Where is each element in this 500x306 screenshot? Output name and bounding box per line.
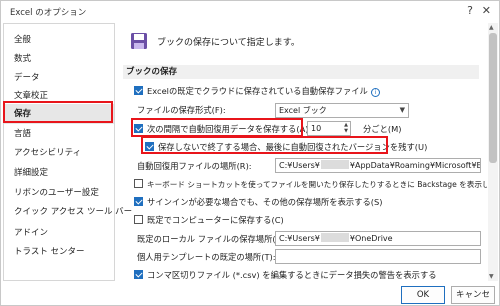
template-location-input[interactable] — [275, 249, 481, 264]
sidebar-item-customize-ribbon[interactable]: リボンのユーザー設定 — [4, 183, 114, 203]
save-local-label: 既定でコンピューターに保存する(C) — [147, 215, 284, 225]
sidebar-item-data[interactable]: データ — [4, 68, 114, 88]
highlight-save-nav — [3, 101, 113, 123]
content-scrollbar[interactable]: ▲ ▼ — [488, 23, 498, 281]
autorecover-unit: 分ごと(M) — [363, 124, 402, 134]
cancel-button[interactable]: キャンセル — [451, 286, 495, 304]
local-location-input[interactable]: C:¥Users¥ ¥OneDrive — [275, 231, 481, 246]
checkbox-icon[interactable] — [134, 270, 143, 279]
ok-button[interactable]: OK — [401, 286, 445, 304]
checkbox-icon[interactable] — [134, 179, 143, 188]
autorecover-path-suffix: ¥AppData¥Roaming¥Microsoft¥E — [349, 161, 481, 170]
autorecover-minutes-value: 10 — [311, 124, 322, 133]
sidebar-item-advanced[interactable]: 詳細設定 — [4, 163, 114, 183]
checkbox-icon[interactable] — [134, 86, 143, 95]
save-format-label: ファイルの保存形式(F): — [137, 105, 226, 115]
sidebar-item-formulas[interactable]: 数式 — [4, 49, 114, 69]
csv-warning-option[interactable]: コンマ区切りファイル (*.csv) を編集するときにデータ損失の警告を表示する — [134, 268, 437, 281]
section-workbook-save: ブックの保存 — [123, 65, 479, 79]
page-header: ブックの保存について指定します。 — [157, 38, 300, 48]
redacted-username — [320, 233, 349, 242]
close-icon[interactable]: ✕ — [482, 4, 491, 17]
cloud-autosave-label: Excelの既定でクラウドに保存されている自動保存ファイル — [147, 86, 368, 96]
scrollbar-thumb[interactable] — [489, 33, 497, 163]
sidebar-item-addins[interactable]: アドイン — [4, 223, 114, 243]
sidebar-item-accessibility[interactable]: アクセシビリティ — [4, 143, 114, 163]
local-path-prefix: C:¥Users¥ — [279, 234, 320, 243]
spinner-icon[interactable]: ▲ ▼ — [344, 122, 348, 134]
save-local-option[interactable]: 既定でコンピューターに保存する(C) — [134, 213, 284, 227]
options-dialog: Excel のオプション ? ✕ 全般 数式 データ 文章校正 保存 言語 アク… — [0, 0, 500, 306]
options-sidebar: 全般 数式 データ 文章校正 保存 言語 アクセシビリティ 詳細設定 リボンのユ… — [3, 23, 132, 281]
info-icon[interactable]: i — [370, 88, 380, 97]
autorecover-path-prefix: C:¥Users¥ — [279, 161, 320, 170]
save-format-select[interactable]: Excel ブック ▼ — [275, 103, 409, 118]
cloud-autosave-option[interactable]: Excelの既定でクラウドに保存されている自動保存ファイル i — [134, 84, 380, 98]
save-format-value: Excel ブック — [279, 106, 327, 115]
sidebar-item-quick-access-toolbar[interactable]: クイック アクセス ツール バー — [4, 202, 132, 222]
help-icon[interactable]: ? — [467, 4, 473, 17]
backstage-option[interactable]: キーボード ショートカットを使ってファイルを開いたり保存したりするときに Bac… — [134, 177, 487, 191]
sidebar-item-language[interactable]: 言語 — [4, 124, 114, 144]
checkbox-icon[interactable] — [134, 197, 143, 206]
highlight-keep-last-version — [141, 136, 388, 154]
dropdown-arrow-icon: ▼ — [399, 106, 405, 114]
csv-warning-label: コンマ区切りファイル (*.csv) を編集するときにデータ損失の警告を表示する — [147, 270, 437, 280]
highlight-autorecover — [131, 118, 303, 137]
sidebar-item-general[interactable]: 全般 — [4, 30, 114, 50]
signin-option[interactable]: サインインが必要な場合でも、その他の保存場所を表示する(S) — [134, 195, 383, 209]
save-icon — [131, 33, 147, 49]
template-location-label: 個人用テンプレートの既定の場所(T): — [137, 252, 276, 262]
autorecover-location-label: 自動回復用ファイルの場所(R): — [137, 161, 252, 171]
autorecover-minutes-input[interactable]: 10 ▲ ▼ — [307, 121, 351, 136]
local-location-label: 既定のローカル ファイルの保存場所(I): — [137, 234, 285, 244]
checkbox-icon[interactable] — [134, 215, 143, 224]
redacted-username — [320, 160, 349, 169]
sidebar-item-trust-center[interactable]: トラスト センター — [4, 242, 114, 262]
scroll-up-icon[interactable]: ▲ — [489, 24, 494, 31]
signin-label: サインインが必要な場合でも、その他の保存場所を表示する(S) — [147, 197, 383, 207]
autorecover-location-input[interactable]: C:¥Users¥ ¥AppData¥Roaming¥Microsoft¥E — [275, 158, 481, 173]
window-title: Excel のオプション — [10, 8, 87, 18]
scroll-down-icon[interactable]: ▼ — [489, 273, 494, 280]
title-bar: Excel のオプション ? ✕ — [1, 1, 499, 23]
local-path-suffix: ¥OneDrive — [349, 234, 393, 243]
backstage-label: キーボード ショートカットを使ってファイルを開いたり保存したりするときに Bac… — [147, 180, 487, 189]
